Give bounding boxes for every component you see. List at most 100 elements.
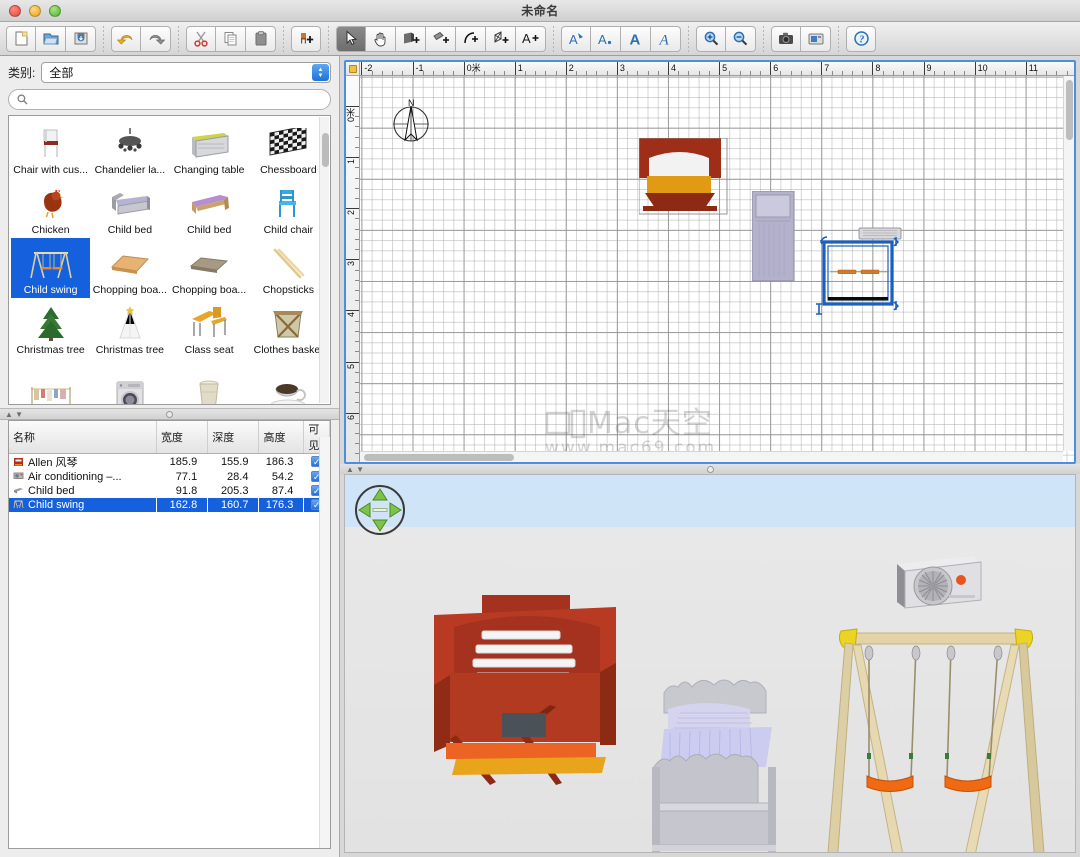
furniture-name: Child bed: [28, 485, 75, 497]
furniture-name: Child swing: [28, 499, 85, 511]
create-video-button[interactable]: [801, 25, 831, 52]
catalog-item-class-seat[interactable]: Class seat: [170, 298, 249, 358]
plan-canvas[interactable]: N Mac天空 www.mac69.com: [360, 76, 1074, 462]
plan-view[interactable]: -2-10米1234567891011121314 0米1234567 N: [344, 60, 1076, 464]
column-header-width[interactable]: 宽度: [156, 421, 209, 454]
organ-plan-object[interactable]: [638, 137, 729, 219]
furniture-catalog[interactable]: Chair with cus... Chandelier la... Chang…: [8, 115, 331, 405]
create-photo-button[interactable]: [771, 25, 801, 52]
catalog-item-child-chair[interactable]: Child chair: [249, 178, 328, 238]
search-input[interactable]: [33, 93, 322, 106]
zoom-out-button[interactable]: [726, 25, 756, 52]
text-style-1-button[interactable]: A: [561, 25, 591, 52]
text-style-2-button[interactable]: A: [591, 25, 621, 52]
search-row: [0, 86, 339, 115]
view-splitter[interactable]: ▲ ▼: [340, 464, 1080, 474]
paste-button[interactable]: [246, 25, 276, 52]
splitter-arrows[interactable]: ▲ ▼: [346, 465, 364, 474]
select-tool-button[interactable]: [336, 25, 366, 52]
catalog-item-chessboard[interactable]: Chessboard: [249, 118, 328, 178]
catalog-item-child-bed-gray[interactable]: Child bed: [90, 178, 169, 238]
category-select[interactable]: 全部 ▲ ▼: [41, 62, 331, 83]
child-swing-3d-object[interactable]: [823, 623, 1053, 852]
christmas-tree-green-thumb: [11, 304, 90, 344]
catalog-item-label: Clothes basket: [253, 344, 324, 356]
ruler-tick: 9: [923, 62, 932, 75]
catalog-item-child-swing[interactable]: Child swing: [11, 238, 91, 298]
table-row[interactable]: Air conditioning –... 77.1 28.4 54.2 ✓: [9, 470, 330, 484]
catalog-item-child-bed-purple[interactable]: Child bed: [170, 178, 249, 238]
undo-button[interactable]: [111, 25, 141, 52]
create-walls-button[interactable]: [396, 25, 426, 52]
create-dimension-button[interactable]: [486, 25, 516, 52]
child-bed-3d-object[interactable]: [650, 671, 790, 852]
ruler-corner[interactable]: [346, 62, 360, 76]
create-polyline-button[interactable]: [456, 25, 486, 52]
cell-depth: 205.3: [220, 485, 249, 497]
catalog-item-clothes-line[interactable]: [11, 358, 90, 404]
plan-vscroll-thumb[interactable]: [1066, 80, 1073, 140]
catalog-scrollbar-thumb[interactable]: [322, 133, 329, 167]
ruler-subtick: [637, 71, 639, 75]
vertical-ruler: 0米1234567: [346, 76, 360, 462]
cell-width: 185.9: [169, 456, 198, 468]
catalog-item-chopping-board-dark[interactable]: Chopping boa...: [170, 238, 249, 298]
search-box[interactable]: [8, 89, 331, 110]
column-header-height[interactable]: 高度: [258, 421, 305, 454]
column-header-depth[interactable]: 深度: [207, 421, 260, 454]
compass-rose[interactable]: N: [388, 98, 434, 144]
3d-view[interactable]: [344, 474, 1076, 853]
lock-icon[interactable]: [349, 65, 357, 73]
catalog-item-label: Chopsticks: [262, 284, 315, 296]
child-swing-plan-object[interactable]: [810, 224, 908, 327]
ruler-tick: 11: [1025, 62, 1038, 75]
catalog-item-washing-machine[interactable]: [90, 358, 169, 404]
increase-text-size-button[interactable]: A: [621, 25, 651, 52]
new-document-button[interactable]: [6, 25, 36, 52]
add-furniture-button[interactable]: [291, 25, 321, 52]
catalog-item-label: Chicken: [31, 224, 70, 236]
catalog-item-coffee-cup[interactable]: [170, 358, 249, 404]
create-room-button[interactable]: [426, 25, 456, 52]
catalog-item-chandelier-lamp[interactable]: Chandelier la...: [90, 118, 169, 178]
ruler-subtick: [555, 71, 557, 75]
organ-3d-object[interactable]: [420, 567, 650, 810]
catalog-scrollbar[interactable]: [319, 117, 329, 403]
catalog-item-chair-with-cushion[interactable]: Chair with cus...: [11, 118, 90, 178]
catalog-item-chopsticks[interactable]: Chopsticks: [249, 238, 328, 298]
table-row[interactable]: Child bed 91.8 205.3 87.4 ✓: [9, 484, 330, 498]
catalog-item-chopping-board-light[interactable]: Chopping boa...: [90, 238, 169, 298]
splitter-grip[interactable]: [706, 465, 714, 473]
redo-button[interactable]: [141, 25, 171, 52]
air-conditioner-3d-object[interactable]: [885, 550, 987, 621]
splitter-grip[interactable]: [166, 410, 173, 418]
ruler-subtick: [355, 433, 359, 435]
catalog-item-coffee-saucer[interactable]: [249, 358, 328, 404]
help-button[interactable]: ?: [846, 25, 876, 52]
add-text-button[interactable]: A: [516, 25, 546, 52]
plan-vertical-scrollbar[interactable]: [1063, 76, 1074, 451]
pan-compass-icon[interactable]: [354, 484, 406, 536]
catalog-item-clothes-basket[interactable]: Clothes basket: [249, 298, 328, 358]
save-document-button[interactable]: [66, 25, 96, 52]
pan-tool-button[interactable]: [366, 25, 396, 52]
catalog-item-changing-table[interactable]: Changing table: [170, 118, 249, 178]
open-document-button[interactable]: [36, 25, 66, 52]
ruler-subtick: [596, 71, 598, 75]
plan-hscroll-thumb[interactable]: [364, 454, 514, 461]
child-bed-plan-object[interactable]: [751, 190, 796, 286]
zoom-in-button[interactable]: [696, 25, 726, 52]
table-row[interactable]: Child swing 162.8 160.7 176.3 ✓: [9, 498, 330, 512]
splitter-arrows[interactable]: ▲ ▼: [5, 410, 23, 419]
left-panel-splitter[interactable]: ▲ ▼: [0, 408, 339, 420]
copy-button[interactable]: [216, 25, 246, 52]
catalog-item-christmas-tree-green[interactable]: Christmas tree: [11, 298, 90, 358]
italic-text-button[interactable]: A: [651, 25, 681, 52]
plan-horizontal-scrollbar[interactable]: [360, 451, 1063, 462]
catalog-item-christmas-tree-white[interactable]: Christmas tree: [90, 298, 169, 358]
column-header-name[interactable]: 名称: [9, 421, 157, 454]
table-row[interactable]: Allen 风琴 185.9 155.9 186.3 ✓: [9, 454, 330, 471]
catalog-item-chicken[interactable]: Chicken: [11, 178, 90, 238]
furniture-list-scrollbar[interactable]: [319, 437, 330, 848]
cut-button[interactable]: [186, 25, 216, 52]
